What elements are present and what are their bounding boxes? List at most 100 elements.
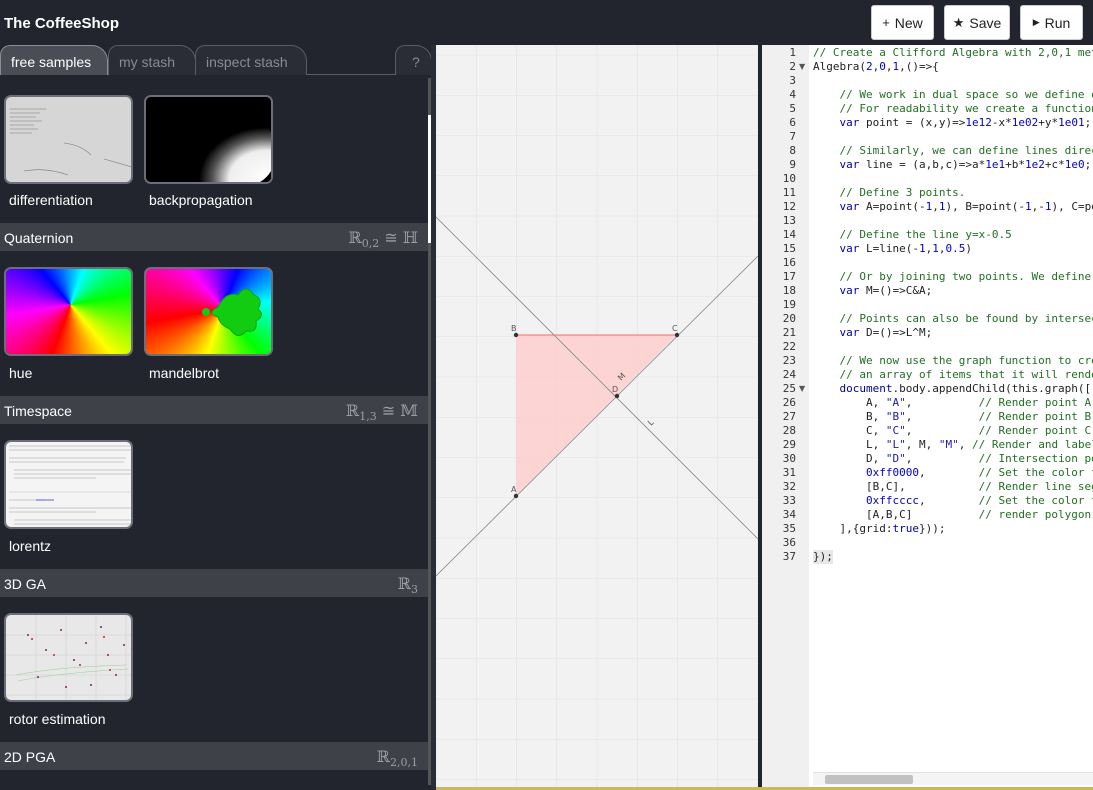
thumbnail-label-rotor-estimation[interactable]: rotor estimation [9, 711, 105, 727]
line-number: 30 [782, 452, 796, 465]
save-button-label: Save [969, 14, 1002, 31]
mandelbrot-preview-image [146, 269, 271, 354]
tab-my-stash[interactable]: my stash [108, 45, 196, 75]
editor-scrollbar-thumb[interactable] [825, 775, 913, 784]
code-line[interactable]: // For readability we create a function [813, 102, 1093, 116]
line-number: 15 [782, 242, 796, 255]
sidebar-tabs: free samples my stash inspect stash ? [0, 45, 431, 75]
fold-arrow-icon[interactable]: ▼ [799, 62, 805, 71]
tab-free-samples[interactable]: free samples [0, 45, 108, 75]
tab-help[interactable]: ? [395, 45, 431, 75]
point-label-c: C [672, 324, 678, 333]
section-signature: ℝ0,2 ≅ ℍ [348, 228, 419, 251]
point-label-b: B [511, 324, 517, 333]
code-line[interactable]: var line = (a,b,c)=>a*1e1+b*1e2+c*1e0; [813, 158, 1092, 172]
line-number: 6 [789, 116, 796, 129]
code-line[interactable]: B, "B", // Render point B a [813, 410, 1093, 424]
graph-svg[interactable]: B C A D L M [436, 45, 758, 790]
thumbnail-label-backpropagation[interactable]: backpropagation [149, 192, 253, 208]
code-line[interactable]: 0xffcccc, // Set the color to [813, 494, 1093, 508]
code-line[interactable]: [B,C], // Render line segm [813, 480, 1093, 494]
line-number: 5 [789, 102, 796, 115]
code-line[interactable]: Algebra(2,0,1,()=>{ [813, 60, 939, 74]
line-number: 14 [782, 228, 796, 241]
thumbnail-label-mandelbrot[interactable]: mandelbrot [149, 365, 219, 381]
line-number: 33 [782, 494, 796, 507]
line-number: 13 [782, 214, 796, 227]
code-line[interactable]: var M=()=>C&A; [813, 284, 933, 298]
point-c[interactable] [674, 332, 680, 338]
code-line[interactable]: // Points can also be found by intersec [813, 312, 1093, 326]
thumbnail-label-lorentz[interactable]: lorentz [9, 538, 51, 554]
point-d[interactable] [614, 393, 620, 399]
polygon-abc [516, 335, 677, 496]
line-number: 22 [782, 340, 796, 353]
section-signature: ℝ3 [397, 574, 418, 597]
point-b[interactable] [513, 332, 519, 338]
line-number: 21 [782, 326, 796, 339]
editor-gutter: 1 2 ▼ 3 4 5 6 7 8 9 10 11 12 13 14 15 16 17 18 19 20 21 22 23 24… [762, 45, 809, 790]
code-line[interactable]: // Create a Clifford Algebra with 2,0,1 … [813, 46, 1093, 60]
code-line[interactable]: [A,B,C] // render polygon A [813, 508, 1093, 522]
graph-canvas[interactable]: B C A D L M [436, 45, 758, 790]
section-signature: ℝ1,3 ≅ 𝕄 [345, 401, 418, 424]
thumbnail-rotor-estimation[interactable] [4, 613, 133, 702]
run-button[interactable]: ▶ Run [1020, 5, 1083, 40]
code-line[interactable]: D, "D", // Intersection poi [813, 452, 1093, 466]
section-3d-ga[interactable]: 3D GA ℝ3 [0, 569, 428, 597]
thumbnail-hue[interactable] [4, 267, 133, 356]
code-line[interactable]: // We work in dual space so we define o [813, 88, 1093, 102]
star-icon: ★ [952, 14, 965, 30]
code-line[interactable]: // Define 3 points. [813, 186, 966, 200]
line-number: 4 [789, 88, 796, 101]
code-line[interactable]: // an array of items that it will rende [813, 368, 1093, 382]
line-number: 35 [782, 522, 796, 535]
fold-arrow-icon[interactable]: ▼ [799, 384, 805, 393]
thumbnail-lorentz[interactable] [4, 440, 133, 529]
app-title: The CoffeeShop [4, 15, 119, 32]
section-title: Timespace [4, 403, 72, 419]
code-line[interactable]: // Define the line y=x-0.5 [813, 228, 1012, 242]
code-line[interactable]: 0xff0000, // Set the color to [813, 466, 1093, 480]
code-line[interactable]: C, "C", // Render point C a [813, 424, 1093, 438]
code-line[interactable]: ],{grid:true})); [813, 522, 945, 536]
code-line[interactable]: // We now use the graph function to cre [813, 354, 1093, 368]
section-title: 3D GA [4, 576, 47, 592]
line-number: 24 [782, 368, 796, 381]
line-number: 3 [789, 74, 796, 87]
thumbnail-backpropagation[interactable] [144, 95, 273, 184]
code-line[interactable]: var point = (x,y)=>1e12-x*1e02+y*1e01; [813, 116, 1092, 130]
line-number: 8 [789, 144, 796, 157]
code-line[interactable]: L, "L", M, "M", // Render and label [813, 438, 1093, 452]
line-number: 31 [782, 466, 796, 479]
line-number: 20 [782, 312, 796, 325]
line-number: 19 [782, 298, 796, 311]
thumbnail-mandelbrot[interactable] [144, 267, 273, 356]
code-line[interactable]: A, "A", // Render point A a [813, 396, 1093, 410]
thumbnail-label-differentiation[interactable]: differentiation [9, 192, 93, 208]
section-timespace[interactable]: Timespace ℝ1,3 ≅ 𝕄 [0, 396, 428, 424]
new-button[interactable]: + New [871, 5, 934, 40]
tab-inspect-stash[interactable]: inspect stash [195, 45, 307, 75]
code-line[interactable]: var A=point(-1,1), B=point(-1,-1), C=po [813, 200, 1093, 214]
line-number: 32 [782, 480, 796, 493]
section-title: Quaternion [4, 230, 74, 246]
code-line[interactable]: var D=()=>L^M; [813, 326, 933, 340]
point-a[interactable] [513, 493, 519, 499]
code-line[interactable]: // Or by joining two points. We define [813, 270, 1092, 284]
line-label-l: L [646, 418, 656, 428]
line-number: 28 [782, 424, 796, 437]
line-number: 12 [782, 200, 796, 213]
thumbnail-differentiation[interactable] [4, 95, 133, 184]
code-line[interactable]: document.body.appendChild(this.graph([ [813, 382, 1092, 396]
save-button[interactable]: ★ Save [944, 5, 1010, 40]
thumbnail-label-hue[interactable]: hue [9, 365, 32, 381]
section-quaternion[interactable]: Quaternion ℝ0,2 ≅ ℍ [0, 223, 428, 251]
code-line[interactable]: }); [813, 550, 833, 564]
sidebar-scrollbar-thumb[interactable] [428, 115, 431, 243]
code-line[interactable]: var L=line(-1,1,0.5) [813, 242, 972, 256]
line-number: 17 [782, 270, 796, 283]
code-editor[interactable]: 1 2 ▼ 3 4 5 6 7 8 9 10 11 12 13 14 15 16 17 18 19 20 21 22 23 24… [762, 45, 1093, 790]
section-2d-pga[interactable]: 2D PGA ℝ2,0,1 [0, 742, 428, 770]
code-line[interactable]: // Similarly, we can define lines direc [813, 144, 1093, 158]
